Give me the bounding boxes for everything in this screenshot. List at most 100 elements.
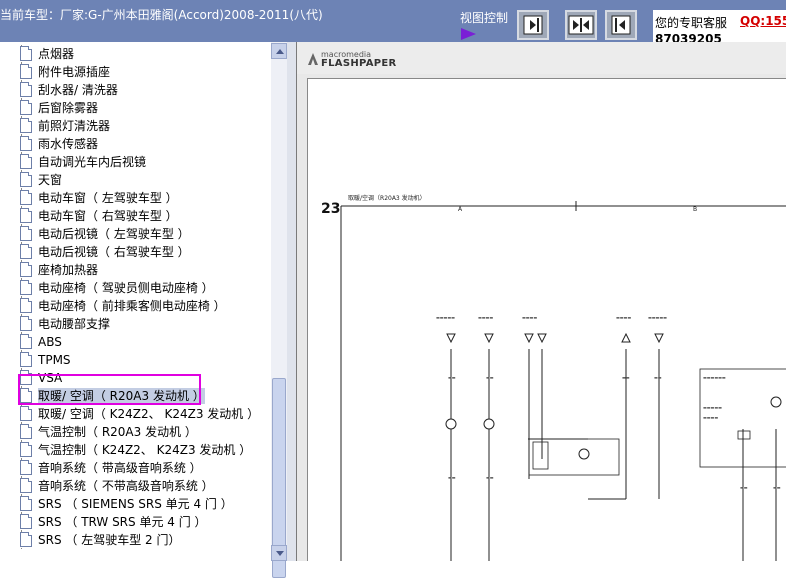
tree-item[interactable]: 电动后视镜（ 右驾驶车型 ） xyxy=(0,243,271,261)
document-icon xyxy=(20,406,32,421)
split-view-icon xyxy=(568,15,594,35)
document-icon xyxy=(20,334,32,349)
current-car-title: 当前车型：厂家:G-广州本田雅阁(Accord)2008-2011(八代) xyxy=(0,8,323,22)
document-icon xyxy=(20,154,32,169)
svg-text:▬▬▬▬▬: ▬▬▬▬▬ xyxy=(436,315,455,320)
tree-item[interactable]: 电动后视镜（ 左驾驶车型 ） xyxy=(0,225,271,243)
tree-item[interactable]: SRS （ SIEMENS SRS 单元 4 门 ） xyxy=(0,495,271,513)
document-icon xyxy=(20,478,32,493)
document-icon xyxy=(20,82,32,97)
scroll-down-button[interactable] xyxy=(271,545,287,561)
document-icon xyxy=(20,514,32,529)
tree-item-label: 附件电源插座 xyxy=(38,65,111,79)
document-icon xyxy=(20,442,32,457)
tree-item-label: 气温控制（ K24Z2、 K24Z3 发动机 ） xyxy=(38,443,252,457)
tree-item-label: 电动车窗（ 左驾驶车型 ） xyxy=(38,191,178,205)
svg-text:▬▬▬▬▬: ▬▬▬▬▬ xyxy=(648,315,667,320)
tree-item[interactable]: 电动车窗（ 右驾驶车型 ） xyxy=(0,207,271,225)
document-icon xyxy=(20,460,32,475)
tree-item-label: SRS （ 左驾驶车型 2 门） xyxy=(38,533,181,547)
tree-item-label: 电动后视镜（ 左驾驶车型 ） xyxy=(38,227,190,241)
tree-item-label: SRS （ TRW SRS 单元 4 门 ） xyxy=(38,515,207,529)
tree-item[interactable]: 电动腰部支撑 xyxy=(0,315,271,333)
tree-item[interactable]: 点烟器 xyxy=(0,45,271,63)
diagram-page: 23 取暖/空调（R20A3 发动机） A B ▬▬▬▬▬ ▬▬▬▬ ▬▬▬▬ … xyxy=(307,78,786,561)
column-a-label: A xyxy=(458,206,463,213)
tree-item-label: 取暖/ 空调（ K24Z2、 K24Z3 发动机 ） xyxy=(38,407,260,421)
tree-item[interactable]: 电动座椅（ 驾驶员侧电动座椅 ） xyxy=(0,279,271,297)
tree-item[interactable]: 电动车窗（ 左驾驶车型 ） xyxy=(0,189,271,207)
tree-item-label: 电动腰部支撑 xyxy=(38,317,111,331)
document-icon xyxy=(20,100,32,115)
tree-item-label: 气温控制（ R20A3 发动机 ） xyxy=(38,425,197,439)
scroll-down-icon xyxy=(276,551,284,556)
tree-item[interactable]: 刮水器/ 清洗器 xyxy=(0,81,271,99)
scroll-up-button[interactable] xyxy=(271,43,287,59)
split-view-button[interactable] xyxy=(565,10,597,40)
tree-item[interactable]: SRS （ TRW SRS 单元 4 门 ） xyxy=(0,513,271,531)
tree-item-label: 点烟器 xyxy=(38,47,75,61)
tree-item[interactable]: ABS xyxy=(0,333,271,351)
top-bar: 当前车型：厂家:G-广州本田雅阁(Accord)2008-2011(八代) 视图… xyxy=(0,0,786,46)
tree-item[interactable]: 气温控制（ K24Z2、 K24Z3 发动机 ） xyxy=(0,441,271,459)
document-icon xyxy=(20,64,32,79)
tree-item[interactable]: 取暖/ 空调（ K24Z2、 K24Z3 发动机 ） xyxy=(0,405,271,423)
tree-item-label: TPMS xyxy=(38,353,71,367)
document-icon xyxy=(20,244,32,259)
expand-left-button[interactable] xyxy=(605,10,637,40)
selection-highlight-box xyxy=(18,374,201,405)
tree-item[interactable]: 音响系统（ 不带高级音响系统 ） xyxy=(0,477,271,495)
svg-text:▬▬: ▬▬ xyxy=(448,375,456,380)
tree-item-label: 电动车窗（ 右驾驶车型 ） xyxy=(38,209,178,223)
tree-item[interactable]: 附件电源插座 xyxy=(0,63,271,81)
tree-item[interactable]: SRS （ 左驾驶车型 2 门） xyxy=(0,531,271,549)
tree-item[interactable]: 雨水传感器 xyxy=(0,135,271,153)
document-icon xyxy=(20,208,32,223)
tree-item[interactable]: 座椅加热器 xyxy=(0,261,271,279)
column-b-label: B xyxy=(693,206,697,213)
svg-text:▬▬▬▬▬▬: ▬▬▬▬▬▬ xyxy=(703,375,726,380)
tree-item-label: ABS xyxy=(38,335,62,349)
tree-item[interactable]: 自动调光车内后视镜 xyxy=(0,153,271,171)
svg-text:▬▬: ▬▬ xyxy=(740,485,748,490)
document-icon xyxy=(20,424,32,439)
document-icon xyxy=(20,532,32,547)
document-icon xyxy=(20,190,32,205)
expand-left-icon xyxy=(611,15,631,35)
svg-text:▬▬: ▬▬ xyxy=(622,375,630,380)
document-icon xyxy=(20,136,32,151)
tree-item[interactable]: TPMS xyxy=(0,351,271,369)
tree-item[interactable]: 后窗除雾器 xyxy=(0,99,271,117)
tree-item[interactable]: 天窗 xyxy=(0,171,271,189)
flashpaper-toolbar: macromedia FLASHPAPER xyxy=(297,42,786,74)
document-icon xyxy=(20,352,32,367)
document-viewer: macromedia FLASHPAPER 23 取暖/空调（R20A3 发动机… xyxy=(296,42,786,561)
document-icon xyxy=(20,316,32,331)
category-tree: 点烟器附件电源插座 刮水器/ 清洗器后窗除雾器 前照灯清洗器 雨水传感器自动调光车内后… xyxy=(0,42,271,561)
svg-text:▬▬▬▬: ▬▬▬▬ xyxy=(522,315,537,320)
service-label: 您的专职客服 xyxy=(655,16,728,30)
tree-scrollbar[interactable] xyxy=(271,42,287,578)
svg-text:▬▬▬▬: ▬▬▬▬ xyxy=(616,315,631,320)
tree-item[interactable]: 音响系统（ 带高级音响系统 ） xyxy=(0,459,271,477)
pane-splitter[interactable] xyxy=(287,42,296,561)
expand-right-button[interactable] xyxy=(517,10,549,40)
tree-item[interactable]: 电动座椅（ 前排乘客侧电动座椅 ） xyxy=(0,297,271,315)
document-icon xyxy=(20,262,32,277)
logo-big-text: FLASHPAPER xyxy=(321,58,397,69)
play-arrow-icon xyxy=(461,28,476,40)
tree-item-label: 电动后视镜（ 右驾驶车型 ） xyxy=(38,245,190,259)
document-icon xyxy=(20,298,32,313)
document-icon xyxy=(20,280,32,295)
tree-item-label: 刮水器/ 清洗器 xyxy=(38,83,118,97)
wiring-diagram: 取暖/空调（R20A3 发动机） A B ▬▬▬▬▬ ▬▬▬▬ ▬▬▬▬ ▬▬▬… xyxy=(340,194,786,561)
diagram-title: 取暖/空调（R20A3 发动机） xyxy=(348,194,426,202)
tree-item-label: 天窗 xyxy=(38,173,63,187)
qq-link[interactable]: QQ:155 xyxy=(740,14,786,28)
svg-text:▬▬: ▬▬ xyxy=(773,485,781,490)
tree-item-label: 自动调光车内后视镜 xyxy=(38,155,147,169)
tree-item[interactable]: 气温控制（ R20A3 发动机 ） xyxy=(0,423,271,441)
tree-item-label: 音响系统（ 不带高级音响系统 ） xyxy=(38,479,214,493)
tree-item-label: 音响系统（ 带高级音响系统 ） xyxy=(38,461,202,475)
tree-item[interactable]: 前照灯清洗器 xyxy=(0,117,271,135)
